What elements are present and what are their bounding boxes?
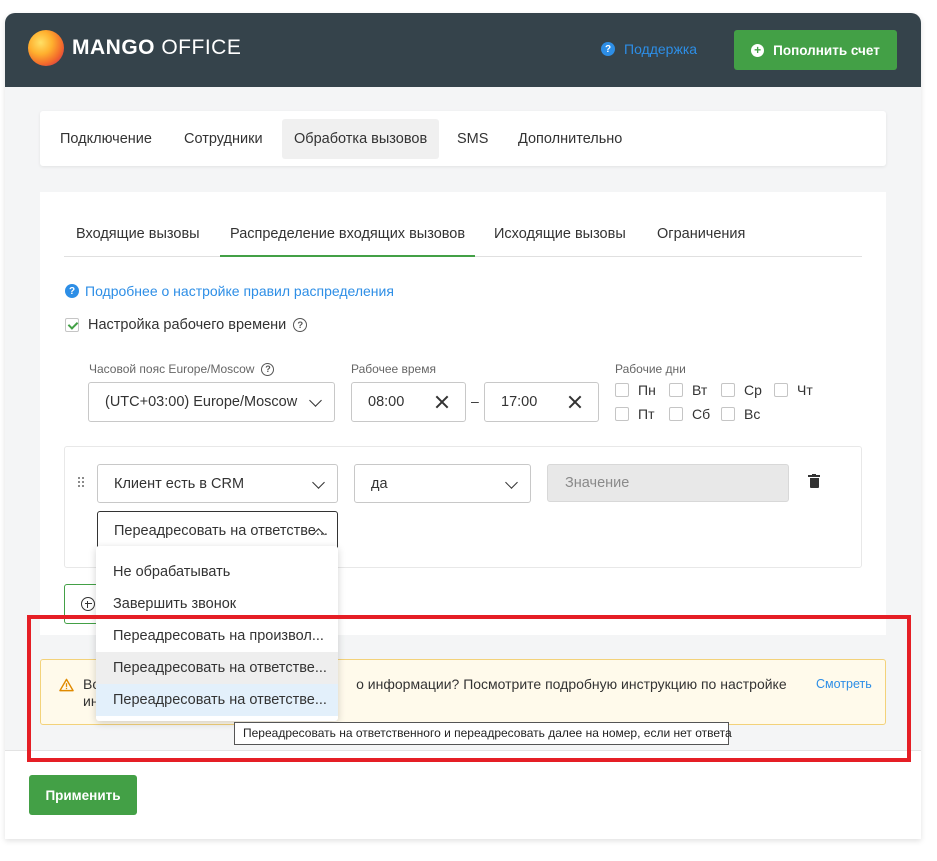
drag-handle-icon[interactable] (78, 477, 86, 489)
day-checkbox[interactable] (669, 383, 683, 397)
option-tooltip: Переадресовать на ответственного и переа… (234, 722, 732, 745)
day-mon[interactable]: Пн (615, 382, 656, 398)
subtab-incoming[interactable]: Входящие вызовы (76, 226, 200, 242)
day-checkbox[interactable] (721, 383, 735, 397)
subtab-outgoing[interactable]: Исходящие вызовы (494, 226, 626, 242)
time-separator: – (471, 393, 479, 409)
action-select[interactable]: Переадресовать на ответстве... (97, 511, 338, 550)
dropdown-option-selected[interactable]: Переадресовать на ответстве... (96, 652, 338, 684)
active-tab-indicator (220, 255, 475, 257)
support-link[interactable]: ? Поддержка (601, 41, 697, 57)
timezone-value: (UTC+03:00) Europe/Moscow (105, 394, 298, 410)
dropdown-option-hovered[interactable]: Переадресовать на ответстве... (96, 684, 338, 716)
sub-tabs-bar: Входящие вызовы Распределение входящих в… (64, 216, 862, 257)
timezone-help-icon[interactable]: ? (261, 362, 275, 376)
action-value: Переадресовать на ответстве... (114, 522, 328, 539)
logo-ball-icon (28, 30, 64, 66)
plus-circle-icon (81, 597, 95, 611)
view-instruction-link[interactable]: Смотреть (816, 677, 872, 691)
main-tabs-bar: Подключение Сотрудники Обработка вызовов… (40, 111, 886, 166)
time-to-input[interactable]: 17:00 (484, 382, 599, 422)
time-from-input[interactable]: 08:00 (351, 382, 466, 422)
day-wed[interactable]: Ср (721, 382, 762, 398)
time-to-value: 17:00 (501, 394, 538, 410)
work-time-help-icon[interactable]: ? (293, 318, 308, 332)
dropdown-option[interactable]: Не обрабатывать (96, 556, 338, 588)
topup-button[interactable]: + Пополнить счет (734, 30, 897, 70)
condition-value: Клиент есть в CRM (114, 475, 245, 492)
subtab-restrictions[interactable]: Ограничения (657, 226, 745, 242)
work-time-label: Настройка рабочего времени (88, 317, 287, 333)
logo-text: MANGO OFFICE (72, 36, 242, 59)
help-icon: ? (601, 42, 615, 56)
help-icon: ? (65, 284, 79, 298)
warning-icon (59, 678, 74, 692)
day-sun[interactable]: Вс (721, 406, 760, 422)
dropdown-option[interactable]: Завершить звонок (96, 588, 338, 620)
work-time-checkbox-row[interactable]: Настройка рабочего времени ? (65, 317, 308, 333)
day-checkbox[interactable] (721, 407, 735, 421)
day-checkbox[interactable] (615, 383, 629, 397)
chevron-down-icon (505, 476, 518, 489)
time-from-value: 08:00 (368, 394, 405, 410)
top-header: MANGO OFFICE ? Поддержка + Пополнить сче… (5, 13, 921, 87)
tab-additional[interactable]: Дополнительно (518, 119, 622, 159)
chevron-down-icon (312, 476, 325, 489)
distribution-help-link[interactable]: ? Подробнее о настройке правил распредел… (65, 283, 394, 299)
value-input[interactable]: Значение (547, 464, 789, 502)
tab-connection[interactable]: Подключение (60, 119, 152, 159)
tab-sms[interactable]: SMS (457, 119, 488, 159)
plus-circle-icon: + (751, 43, 765, 57)
day-fri[interactable]: Пт (615, 406, 654, 422)
value-placeholder: Значение (565, 475, 630, 491)
apply-button[interactable]: Применить (29, 775, 137, 815)
day-checkbox[interactable] (615, 407, 629, 421)
clear-time-to-icon[interactable] (568, 395, 582, 409)
day-checkbox[interactable] (669, 407, 683, 421)
work-hours-label: Рабочее время (351, 362, 436, 376)
support-label: Поддержка (624, 41, 698, 57)
day-thu[interactable]: Чт (774, 382, 813, 398)
timezone-label: Часовой пояс Europe/Moscow ? (89, 362, 275, 376)
tab-call-processing[interactable]: Обработка вызовов (282, 119, 440, 159)
day-sat[interactable]: Сб (669, 406, 710, 422)
footer-bar: Применить (5, 750, 921, 839)
topup-label: Пополнить счет (773, 42, 880, 58)
work-time-checkbox[interactable] (65, 318, 79, 332)
mango-office-logo[interactable]: MANGO OFFICE (28, 30, 241, 66)
operator-select[interactable]: да (354, 464, 531, 503)
chevron-down-icon (309, 394, 322, 407)
delete-rule-icon[interactable] (808, 474, 820, 488)
distribution-help-label: Подробнее о настройке правил распределен… (85, 283, 394, 299)
day-tue[interactable]: Вт (669, 382, 707, 398)
dropdown-option[interactable]: Переадресовать на произвол... (96, 620, 338, 652)
timezone-select[interactable]: (UTC+03:00) Europe/Moscow (88, 382, 335, 422)
action-dropdown-menu: Не обрабатывать Завершить звонок Переадр… (96, 546, 338, 721)
condition-select[interactable]: Клиент есть в CRM (97, 464, 338, 503)
clear-time-from-icon[interactable] (435, 395, 449, 409)
subtab-distribution[interactable]: Распределение входящих вызовов (230, 226, 465, 242)
tab-employees[interactable]: Сотрудники (184, 119, 263, 159)
operator-value: да (371, 475, 388, 492)
day-checkbox[interactable] (774, 383, 788, 397)
work-days-label: Рабочие дни (615, 362, 686, 376)
